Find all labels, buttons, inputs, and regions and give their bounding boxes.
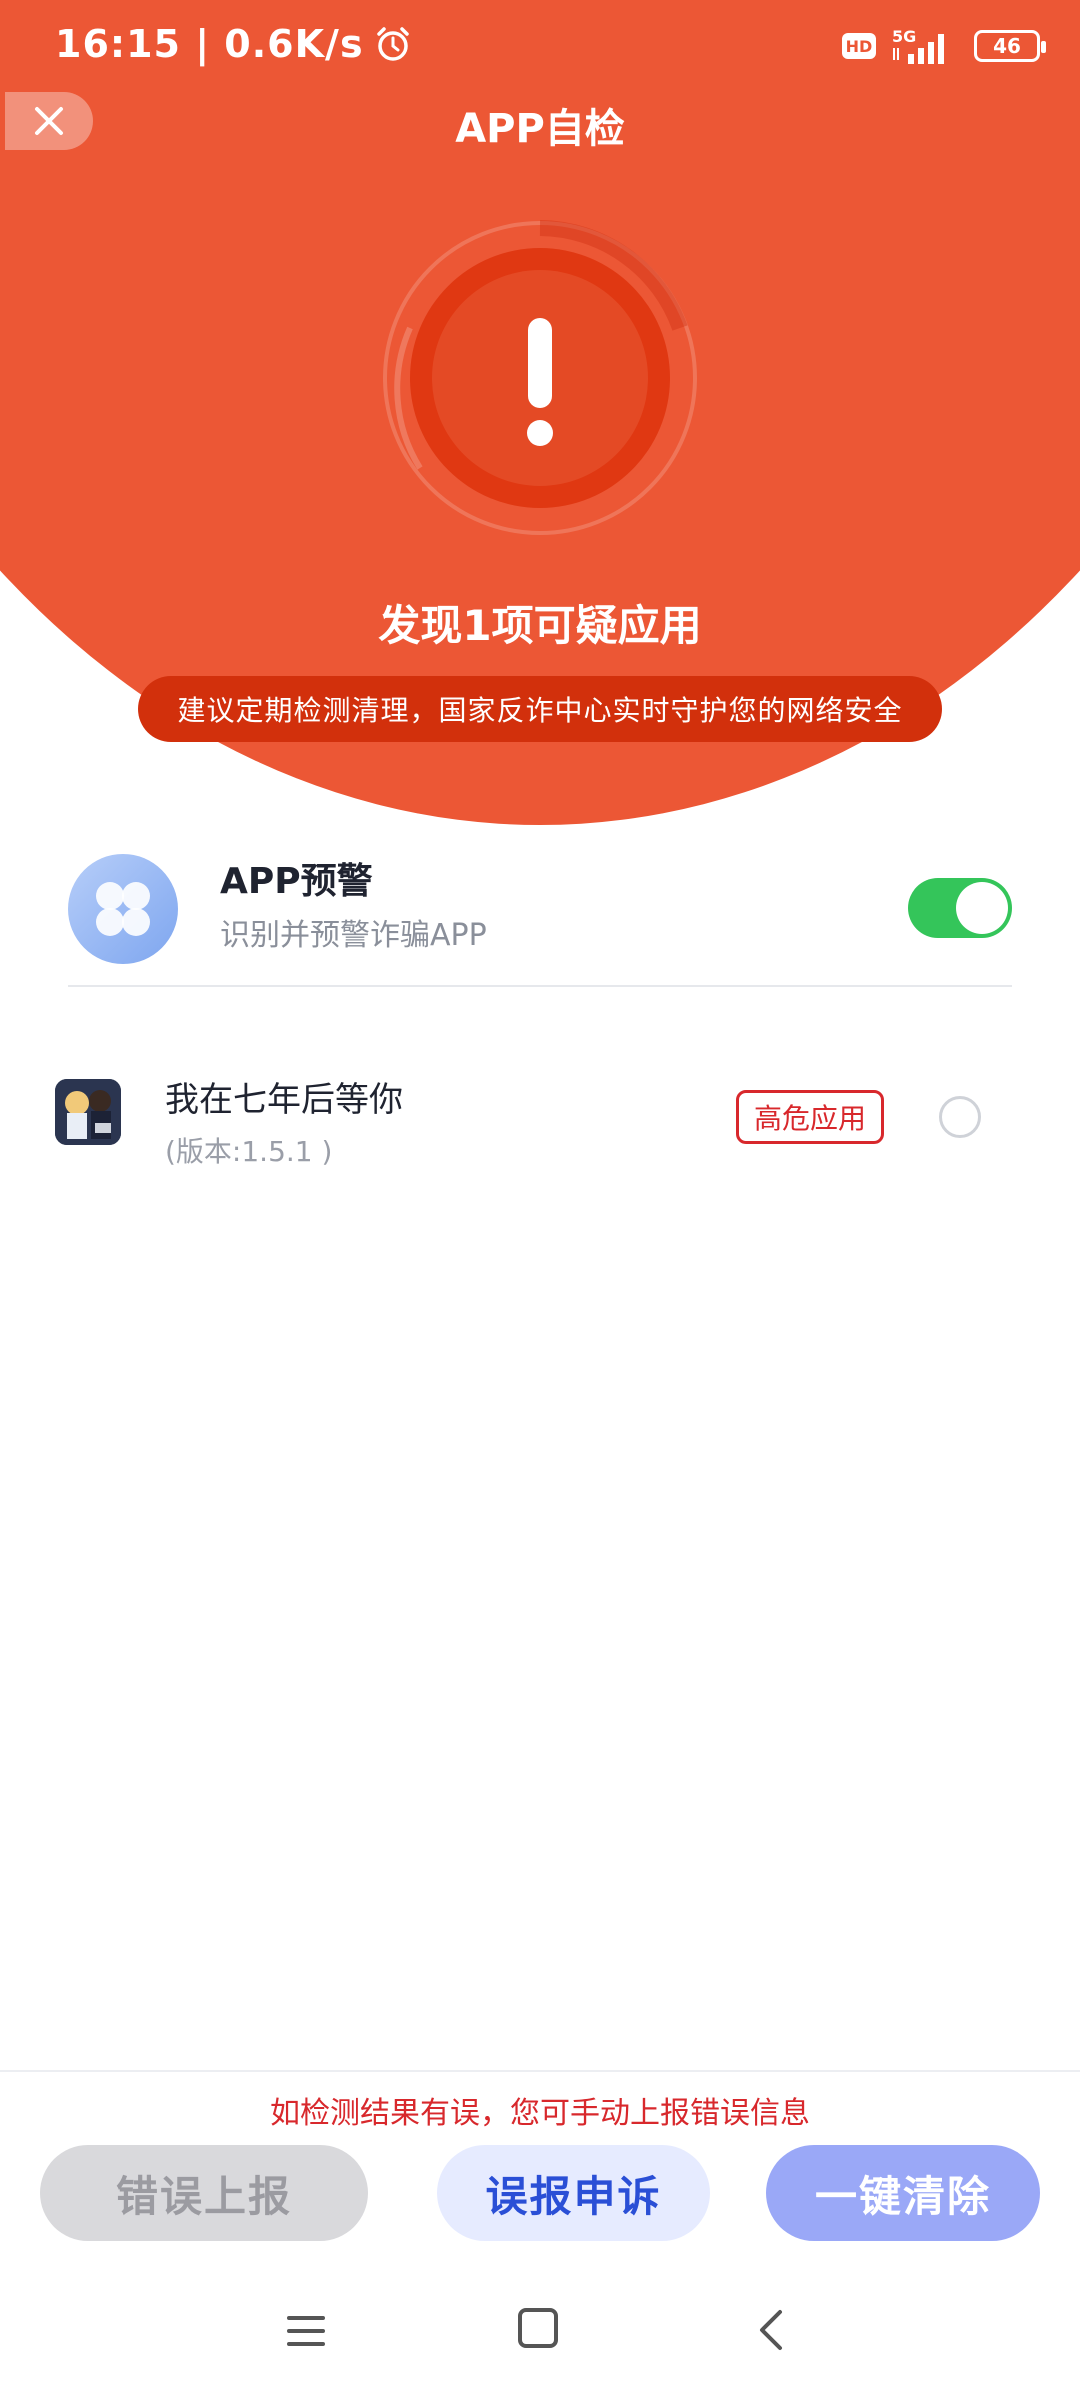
app-icon (55, 1079, 121, 1145)
system-nav-bar (0, 2290, 1080, 2370)
app-warning-toggle[interactable] (908, 878, 1012, 938)
scan-result-title: 发现1项可疑应用 (378, 601, 702, 650)
suspicious-app-item[interactable]: 我在七年后等你 (版本:1.5.1 ) 高危应用 (55, 1060, 995, 1180)
battery-level: 46 (993, 34, 1021, 58)
bottom-hint: 如检测结果有误，您可手动上报错误信息 (270, 2096, 810, 2131)
battery-icon: 46 (974, 30, 1046, 62)
status-left: 16:15 | 0.6K/s (55, 22, 412, 66)
home-icon[interactable] (518, 2308, 558, 2348)
feature-title: APP预警 (220, 861, 373, 902)
back-icon[interactable] (752, 2308, 792, 2352)
divider (68, 985, 1012, 987)
app-version: (版本:1.5.1 ) (165, 1135, 333, 1168)
security-advice-text: 建议定期检测清理，国家反诈中心实时守护您的网络安全 (177, 694, 903, 727)
bottom-divider (0, 2070, 1080, 2072)
error-report-button[interactable]: 错误上报 (40, 2145, 368, 2241)
hd-icon: HD (842, 33, 876, 59)
feature-subtitle: 识别并预警诈骗APP (220, 918, 487, 953)
one-click-clear-button[interactable]: 一键清除 (766, 2145, 1040, 2241)
alarm-clock-icon (376, 27, 409, 61)
network-type-label: 5G (892, 27, 916, 46)
status-bar: 16:15 | 0.6K/s HD 5G 46 (0, 0, 1080, 96)
page-title: APP自检 (455, 106, 625, 152)
app-select-radio[interactable] (939, 1096, 981, 1138)
toggle-knob (956, 882, 1008, 934)
warning-alert-icon (383, 220, 697, 535)
app-warning-feature: APP预警 识别并预警诈骗APP (68, 852, 1012, 987)
false-report-appeal-button[interactable]: 误报申诉 (437, 2145, 710, 2241)
status-right: HD 5G 46 (842, 26, 1046, 66)
menu-icon[interactable] (285, 2310, 327, 2352)
app-grid-icon (68, 854, 178, 964)
app-name: 我在七年后等你 (165, 1080, 403, 1120)
signal-5g-icon: 5G (892, 27, 944, 64)
high-risk-badge: 高危应用 (736, 1090, 884, 1144)
status-time-speed: 16:15 | 0.6K/s (55, 22, 364, 66)
security-advice-banner: 建议定期检测清理，国家反诈中心实时守护您的网络安全 (138, 676, 942, 742)
app-self-check-page: 16:15 | 0.6K/s HD 5G 46 APP自检 发现1项可疑应用 建… (0, 0, 1080, 2400)
